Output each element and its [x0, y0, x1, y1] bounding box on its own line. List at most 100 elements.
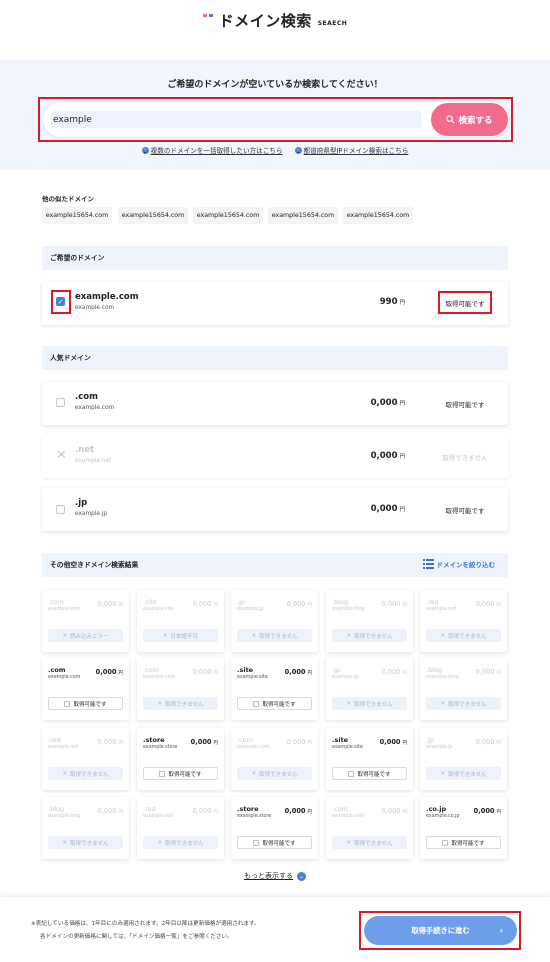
card-domain-sub: example.co.jp [426, 814, 460, 819]
x-icon: ✕ [162, 632, 168, 639]
card-domain-name: .red [143, 805, 156, 813]
x-icon: ✕ [346, 839, 352, 846]
card-domain-sub: example.com [48, 675, 81, 680]
domain-card: .site example.site 0,000 円 ✕ 日本語不可 [137, 590, 224, 652]
page-title: ドメイン検索 [218, 12, 312, 30]
popular-status: 取得できません [442, 454, 488, 462]
prefecture-domain-link[interactable]: › 都道府県型JPドメイン検索はこちら [294, 145, 408, 155]
card-domain-name: .blog [332, 598, 349, 606]
domain-card: .red example.red 0,000 円 ✕ 取得できません [137, 797, 224, 859]
checkbox-icon [64, 700, 71, 707]
domain-card[interactable]: .store example.store 0,000 円取得可能です [137, 728, 224, 790]
domain-card: .red example.red 0,000 円 ✕ 取得できません [42, 728, 129, 790]
desired-domain-sub: example.com [75, 305, 115, 311]
card-domain-sub: example.com [332, 814, 365, 819]
card-price: 0,000 円 [286, 738, 312, 746]
popular-status: 取得可能です [445, 507, 485, 515]
similar-chip[interactable]: example15654.com [343, 207, 413, 224]
chevron-down-icon[interactable]: ⌄ [297, 871, 306, 881]
card-domain-name: .store [237, 805, 259, 813]
card-domain-sub: example.site [237, 675, 268, 680]
checkbox-icon [348, 770, 355, 777]
x-icon: ✕ [251, 632, 257, 639]
card-domain-sub: example.com [143, 675, 176, 680]
desired-domain-price: 990 円 [379, 297, 405, 307]
page-subtitle: SEAECH [317, 19, 348, 27]
similar-chip[interactable]: example15654.com [268, 207, 338, 224]
card-action-button[interactable]: 取得可能です [237, 836, 312, 849]
popular-name: .jp [75, 498, 88, 508]
card-price: 0,000 円 [475, 668, 501, 676]
popular-checkbox-jp[interactable] [56, 505, 65, 514]
card-domain-name: .red [426, 598, 439, 606]
card-domain-name: .blog [48, 805, 65, 813]
price-note-2: 各ドメインの更新価格に関しては、「ドメイン価格一覧」をご参照ください。 [40, 934, 233, 940]
proceed-button[interactable]: 取得手続きに進む › [364, 916, 517, 945]
similar-chip[interactable]: example15654.com [118, 207, 188, 224]
card-action-button[interactable]: 取得可能です [426, 836, 501, 849]
card-action-button: ✕ 取得できません [426, 629, 501, 642]
search-button[interactable]: 検索する [431, 103, 508, 136]
popular-price: 0,000 円 [370, 398, 405, 408]
popular-status: 取得可能です [445, 401, 485, 409]
card-domain-sub: example.jp [237, 607, 264, 612]
card-domain-name: .store [143, 736, 165, 744]
domain-card: .jp example.jp 0,000 円 ✕ 取得できません [231, 590, 318, 652]
domain-card: .jp example.jp 0,000 円 ✕ 取得できません [420, 728, 507, 790]
domain-card[interactable]: .co.jp example.co.jp 0,000 円取得可能です [420, 797, 507, 859]
show-more-link[interactable]: もっと表示する [244, 871, 293, 881]
card-domain-sub: example.jp [332, 675, 359, 680]
card-price: 0,000 円 [379, 738, 407, 746]
card-domain-sub: example.store [237, 814, 272, 819]
info-icon: › [141, 146, 149, 154]
card-price: 0,000 円 [284, 668, 312, 676]
card-domain-sub: example.blog [426, 675, 459, 680]
x-icon: ✕ [251, 770, 257, 777]
card-domain-name: .com [143, 666, 159, 674]
domain-card[interactable]: .store example.store 0,000 円取得可能です [231, 797, 318, 859]
card-domain-name: .com [48, 598, 64, 606]
search-input[interactable] [51, 111, 421, 128]
card-action-button[interactable]: 取得可能です [237, 697, 312, 710]
x-icon: ✕ [346, 632, 352, 639]
card-price: 0,000 円 [381, 807, 407, 815]
card-action-button: ✕ 取得できません [237, 629, 312, 642]
domain-card[interactable]: .site example.site 0,000 円取得可能です [231, 658, 318, 720]
card-domain-name: .site [143, 598, 157, 606]
similar-chip[interactable]: example15654.com [42, 207, 112, 224]
card-domain-sub: example.red [426, 607, 457, 612]
card-action-button[interactable]: 取得可能です [48, 697, 123, 710]
desired-domain-checkbox[interactable]: ✓ [56, 297, 65, 306]
search-question: ご希望のドメインが空いているか検索してください！ [167, 80, 383, 90]
card-domain-name: .com [237, 736, 253, 744]
popular-name: .net [75, 445, 95, 455]
card-domain-name: .co.jp [426, 805, 447, 813]
multi-domain-link[interactable]: › 複数のドメインを一括取得したい方はこちら [141, 145, 283, 155]
card-price: 0,000 円 [286, 600, 312, 608]
filter-button[interactable]: ドメインを絞り込む [422, 559, 495, 569]
card-action-button: ✕ 取得できません [332, 629, 407, 642]
card-price: 0,000 円 [381, 600, 407, 608]
card-action-button[interactable]: 取得可能です [332, 767, 407, 780]
x-icon: ✕ [62, 632, 68, 639]
card-domain-name: .jp [426, 736, 434, 744]
card-action-button: ✕ 日本語不可 [143, 629, 218, 642]
popular-name: .com [75, 392, 98, 402]
x-icon: ✕ [157, 839, 163, 846]
x-icon: ✕ [157, 700, 163, 707]
domain-card[interactable]: .com example.com 0,000 円取得可能です [42, 658, 129, 720]
card-price: 0,000 円 [95, 668, 123, 676]
card-action-button: ✕ 取得できません [426, 697, 501, 710]
popular-checkbox-com[interactable] [56, 398, 65, 407]
card-domain-name: .com [332, 805, 348, 813]
card-price: 0,000 円 [192, 600, 218, 608]
popular-price: 0,000 円 [370, 451, 405, 461]
x-icon: ✕ [346, 700, 352, 707]
card-action-button[interactable]: 取得可能です [143, 767, 218, 780]
card-price: 0,000 円 [381, 668, 407, 676]
checkbox-icon [442, 839, 449, 846]
checkbox-icon [253, 839, 260, 846]
card-domain-sub: example.blog [48, 814, 81, 819]
domain-card[interactable]: .site example.site 0,000 円取得可能です [326, 728, 413, 790]
similar-chip[interactable]: example15654.com [193, 207, 263, 224]
